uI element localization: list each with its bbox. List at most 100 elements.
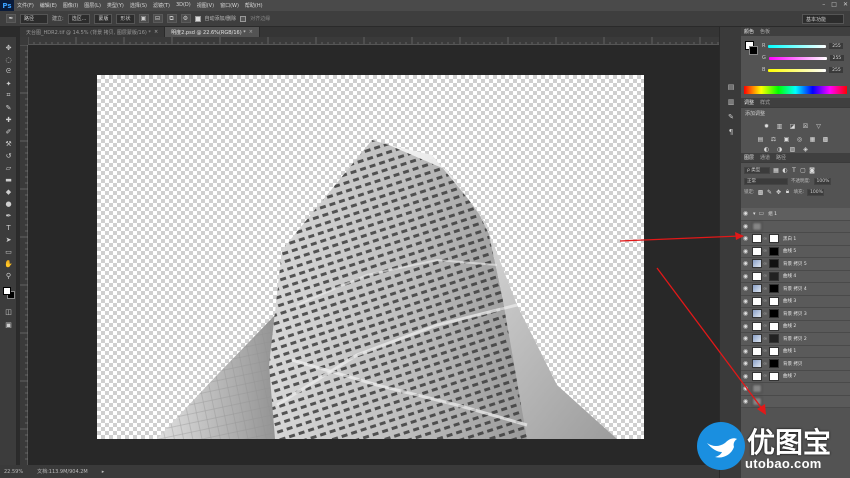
type-filter-icon[interactable]: T	[791, 167, 797, 174]
zoom-tool-icon[interactable]: ⚲	[3, 271, 14, 280]
layer-mask-thumbnail[interactable]	[769, 259, 779, 269]
mode-select[interactable]: 路径	[20, 13, 48, 24]
adjustment-layer-icon[interactable]	[752, 246, 762, 256]
layer-mask-thumbnail[interactable]	[769, 271, 779, 281]
visibility-eye-icon[interactable]: ◉	[741, 373, 750, 380]
layer-mask-thumbnail[interactable]	[769, 371, 779, 381]
canvas-area[interactable]	[28, 45, 719, 465]
path-arrange-icon[interactable]: ⧉	[166, 14, 177, 23]
path-select-icon[interactable]: ➤	[3, 235, 14, 244]
opacity-input[interactable]: 100%	[813, 177, 831, 185]
photo-filter-icon[interactable]: ◎	[796, 136, 803, 143]
screen-mode-icon[interactable]: ▣	[3, 320, 14, 329]
fill-input[interactable]: 100%	[807, 188, 825, 196]
visibility-eye-icon[interactable]: ◉	[741, 223, 750, 230]
mask-link-icon[interactable]: ∞	[763, 348, 767, 354]
mask-link-icon[interactable]: ∞	[763, 261, 767, 267]
brightness-icon[interactable]: ✹	[763, 123, 770, 130]
color-balance-icon[interactable]: ⚖	[770, 136, 777, 143]
layer-mask-thumbnail[interactable]	[769, 309, 779, 319]
layer-mask-thumbnail[interactable]	[769, 284, 779, 294]
menu-item[interactable]: 文件(F)	[14, 2, 37, 9]
layer-thumbnail[interactable]	[752, 396, 762, 406]
mask-link-icon[interactable]: ∞	[763, 336, 767, 342]
brush-presets-icon[interactable]: ✎	[725, 112, 737, 122]
adjustment-layer-icon[interactable]	[752, 346, 762, 356]
layer-row[interactable]: ◉ ∞ 曲线 7	[741, 370, 850, 383]
hand-tool-icon[interactable]: ✋	[3, 259, 14, 268]
tab-paths[interactable]: 路径	[776, 154, 786, 161]
layer-mask-thumbnail[interactable]	[769, 246, 779, 256]
visibility-eye-icon[interactable]: ◉	[741, 235, 750, 242]
tab-document-2[interactable]: 明度2.psd @ 22.6%(RGB/16) * ×	[165, 27, 260, 37]
visibility-eye-icon[interactable]: ◉	[741, 398, 750, 405]
visibility-eye-icon[interactable]: ◉	[741, 248, 750, 255]
menu-item[interactable]: 帮助(H)	[242, 2, 266, 9]
pen-tool-icon[interactable]: ✒	[3, 211, 14, 220]
zoom-level[interactable]: 22.59%	[4, 469, 23, 475]
mask-link-icon[interactable]: ∞	[763, 323, 767, 329]
tab-swatches[interactable]: 色板	[760, 28, 770, 35]
channel-value[interactable]: 255	[829, 43, 844, 49]
invert-icon[interactable]: ◐	[763, 146, 770, 153]
dodge-tool-icon[interactable]: ●	[3, 199, 14, 208]
layer-row[interactable]: ◉ ∞ 曲线 4	[741, 270, 850, 283]
levels-icon[interactable]: ▥	[776, 123, 783, 130]
shape-button[interactable]: 形状	[116, 13, 135, 24]
visibility-eye-icon[interactable]: ◉	[741, 260, 750, 267]
layer-row[interactable]: ◉ ∞ 背景 拷贝	[741, 358, 850, 371]
visibility-eye-icon[interactable]: ◉	[741, 335, 750, 342]
tab-document-1[interactable]: 天台图_HDR2.tif @ 14.5% (背景 拷贝, 图层蒙版/16) * ×	[20, 27, 166, 37]
layer-row[interactable]: ◉ ∞ 曲线 3	[741, 295, 850, 308]
visibility-eye-icon[interactable]: ◉	[741, 323, 750, 330]
menu-item[interactable]: 编辑(E)	[37, 2, 60, 9]
channel-mixer-icon[interactable]: ▦	[809, 136, 816, 143]
adjustment-layer-icon[interactable]	[752, 271, 762, 281]
layer-thumbnail[interactable]	[752, 309, 762, 319]
visibility-eye-icon[interactable]: ◉	[741, 298, 750, 305]
close-icon[interactable]: ×	[154, 29, 158, 35]
close-icon[interactable]: ✕	[843, 1, 848, 8]
slider-track[interactable]	[768, 68, 827, 72]
visibility-eye-icon[interactable]: ◉	[741, 273, 750, 280]
layer-mask-thumbnail[interactable]	[769, 296, 779, 306]
blur-tool-icon[interactable]: ◆	[3, 187, 14, 196]
document-size[interactable]: 文档:113.9M/904.2M	[37, 468, 88, 475]
menu-item[interactable]: 3D(D)	[173, 2, 194, 9]
lock-image-icon[interactable]: ✎	[767, 189, 773, 196]
layer-row[interactable]: ◉ ∞ 背景 拷贝 3	[741, 308, 850, 321]
workspace-select[interactable]: 基本功能	[802, 14, 844, 24]
menu-item[interactable]: 类型(Y)	[104, 2, 127, 9]
layer-thumbnail[interactable]	[752, 384, 762, 394]
eraser-tool-icon[interactable]: ▱	[3, 163, 14, 172]
brush-tool-icon[interactable]: ✐	[3, 127, 14, 136]
rectangle-tool-icon[interactable]: ▭	[3, 247, 14, 256]
align-edges-checkbox[interactable]	[240, 15, 247, 22]
adjustment-filter-icon[interactable]: ◐	[782, 167, 788, 174]
path-align-icon[interactable]: ⊟	[152, 14, 163, 23]
layer-row[interactable]: ◉	[741, 395, 850, 408]
color-lookup-icon[interactable]: ▩	[822, 136, 829, 143]
move-tool-icon[interactable]: ✥	[3, 43, 14, 52]
curves-icon[interactable]: ◪	[789, 123, 796, 130]
vibrance-icon[interactable]: ▽	[815, 123, 822, 130]
layer-row[interactable]: ◉ ∞ 曲线 5	[741, 245, 850, 258]
layer-thumbnail[interactable]	[752, 284, 762, 294]
layer-thumbnail[interactable]	[752, 259, 762, 269]
menu-item[interactable]: 滤镜(T)	[150, 2, 173, 9]
exposure-icon[interactable]: ☒	[802, 123, 809, 130]
slider-b[interactable]: B 255	[762, 67, 848, 73]
gradient-tool-icon[interactable]: ▬	[3, 175, 14, 184]
lock-position-icon[interactable]: ✥	[776, 189, 782, 196]
threshold-icon[interactable]: ▨	[789, 146, 796, 153]
channel-value[interactable]: 255	[829, 67, 844, 73]
group-expand-icon[interactable]: ▾	[753, 211, 756, 217]
layer-row[interactable]: ◉ ∞ 曲线 1	[741, 345, 850, 358]
history-brush-icon[interactable]: ↺	[3, 151, 14, 160]
document-canvas[interactable]	[97, 75, 644, 439]
visibility-eye-icon[interactable]: ◉	[741, 385, 750, 392]
layer-mask-thumbnail[interactable]	[769, 234, 779, 244]
slider-track[interactable]	[768, 44, 827, 48]
tab-styles[interactable]: 样式	[760, 99, 770, 106]
layer-row[interactable]: ◉ ▾ ▭ 组 1	[741, 208, 850, 221]
